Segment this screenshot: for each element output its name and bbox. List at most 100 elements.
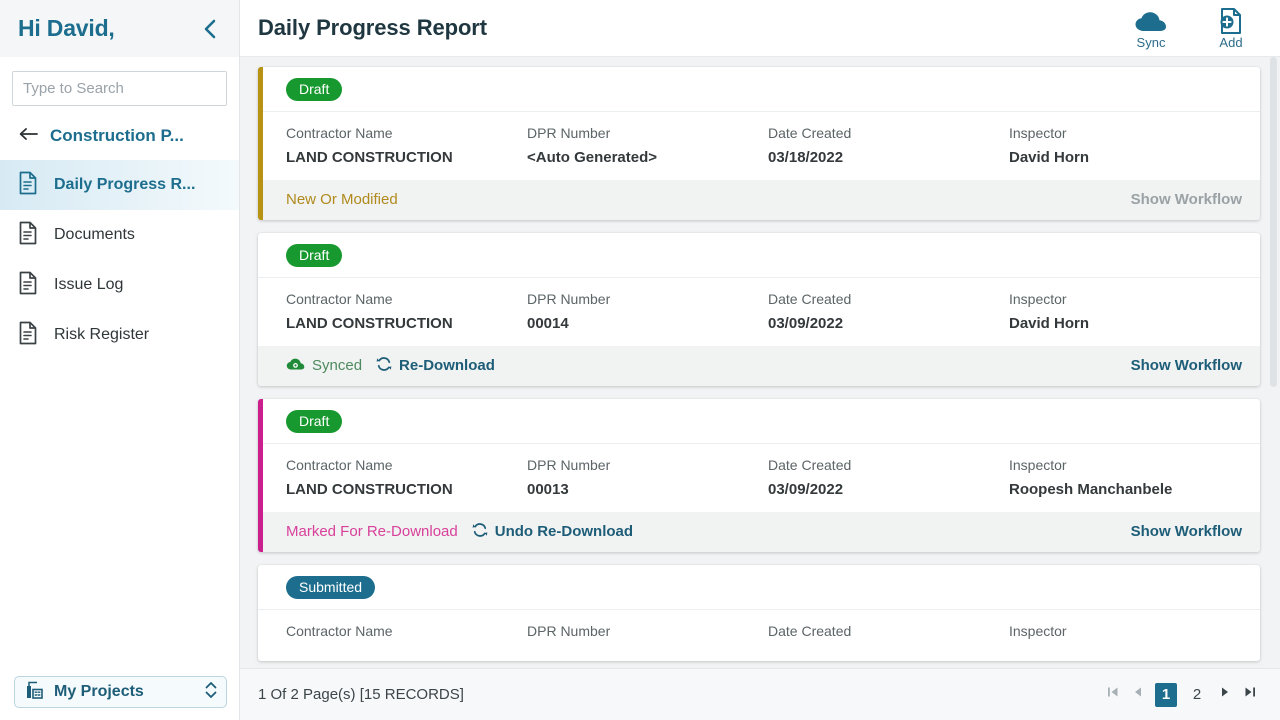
records-scrollbar-thumb[interactable] [1270, 57, 1277, 387]
field-value: 00014 [527, 315, 569, 332]
field-date-created: Date Created [768, 623, 1009, 647]
add-button[interactable]: Add [1204, 7, 1258, 50]
show-workflow-link[interactable]: Show Workflow [1131, 357, 1242, 374]
records-scroll-container[interactable]: Draft Contractor Name LAND CONSTRUCTION … [258, 67, 1260, 668]
search-input[interactable] [13, 72, 226, 105]
field-value: 03/09/2022 [768, 481, 844, 498]
card-footer: Marked For Re-Download Undo Re-Download … [258, 512, 1260, 552]
building-icon [25, 680, 45, 705]
page-last-button[interactable] [1242, 685, 1258, 705]
page-first-icon [1106, 685, 1120, 704]
field-dpr-number: DPR Number [527, 623, 768, 647]
card-footer: New Or Modified Show Workflow [258, 180, 1260, 220]
field-label: Date Created [768, 457, 852, 473]
field-label: Contractor Name [286, 291, 393, 307]
field-value: LAND CONSTRUCTION [286, 481, 453, 498]
sidebar-item-daily-progress-report[interactable]: Daily Progress R... [0, 160, 239, 210]
field-label: Date Created [768, 623, 852, 639]
add-label: Add [1219, 35, 1243, 51]
page-next-icon [1218, 685, 1232, 704]
sidebar-item-label: Issue Log [54, 276, 124, 293]
cloud-check-icon [286, 357, 305, 375]
field-label: Inspector [1009, 623, 1067, 639]
field-value: 03/18/2022 [768, 149, 844, 166]
field-label: DPR Number [527, 623, 611, 639]
refresh-icon [472, 522, 488, 542]
record-card[interactable]: Draft Contractor Name LAND CONSTRUCTION … [258, 233, 1260, 386]
card-body: Contractor Name LAND CONSTRUCTION DPR Nu… [258, 112, 1260, 180]
field-value: David Horn [1009, 149, 1090, 166]
field-contractor-name: Contractor Name LAND CONSTRUCTION [286, 291, 527, 332]
sync-status-text: New Or Modified [286, 191, 398, 208]
status-badge: Draft [286, 410, 343, 433]
sync-label: Sync [1136, 35, 1166, 51]
sidebar-item-risk-register[interactable]: Risk Register [0, 310, 239, 360]
sync-status: Synced [286, 357, 362, 375]
show-workflow-link[interactable]: Show Workflow [1131, 191, 1242, 208]
field-inspector: Inspector David Horn [1009, 291, 1250, 332]
card-header: Draft [258, 399, 1260, 444]
field-value: 03/09/2022 [768, 315, 844, 332]
field-contractor-name: Contractor Name [286, 623, 527, 647]
my-projects-selector[interactable]: My Projects [14, 676, 227, 708]
sidebar-item-documents[interactable]: Documents [0, 210, 239, 260]
re-download-link[interactable]: Re-Download [376, 356, 495, 376]
field-inspector: Inspector [1009, 623, 1250, 647]
chevron-left-icon [201, 18, 219, 40]
card-header: Submitted [258, 565, 1260, 610]
field-value: Roopesh Manchanbele [1009, 481, 1173, 498]
card-body: Contractor Name DPR Number Date Created [258, 610, 1260, 661]
field-contractor-name: Contractor Name LAND CONSTRUCTION [286, 125, 527, 166]
sidebar-item-issue-log[interactable]: Issue Log [0, 260, 239, 310]
page-number-2[interactable]: 2 [1186, 683, 1208, 707]
document-icon [18, 171, 40, 200]
page-header: Daily Progress Report Sync Add [240, 0, 1280, 57]
field-label: DPR Number [527, 457, 611, 473]
cloud-icon [1134, 7, 1168, 35]
field-value: David Horn [1009, 315, 1090, 332]
records-scrollbar[interactable] [1269, 57, 1278, 668]
field-value: 00013 [527, 481, 569, 498]
sidebar-footer: My Projects [0, 676, 239, 720]
page-first-button[interactable] [1105, 685, 1121, 705]
search-area [0, 57, 239, 116]
field-value: LAND CONSTRUCTION [286, 149, 453, 166]
record-card[interactable]: Draft Contractor Name LAND CONSTRUCTION … [258, 399, 1260, 552]
card-header: Draft [258, 233, 1260, 278]
page-next-button[interactable] [1217, 685, 1233, 705]
undo-re-download-link[interactable]: Undo Re-Download [472, 522, 633, 542]
field-label: Inspector [1009, 125, 1067, 141]
card-footer-left: Marked For Re-Download Undo Re-Download [286, 522, 633, 542]
field-inspector: Inspector David Horn [1009, 125, 1250, 166]
sidebar-item-label: Daily Progress R... [54, 176, 196, 193]
field-date-created: Date Created 03/18/2022 [768, 125, 1009, 166]
field-contractor-name: Contractor Name LAND CONSTRUCTION [286, 457, 527, 498]
records-count-text: 1 Of 2 Page(s) [15 RECORDS] [258, 686, 464, 703]
sidebar-nav: Daily Progress R... Documents Issue Log … [0, 160, 239, 360]
field-value: LAND CONSTRUCTION [286, 315, 453, 332]
record-card[interactable]: Submitted Contractor Name DPR Number Dat… [258, 565, 1260, 661]
breadcrumb-label: Construction P... [50, 126, 184, 145]
sidebar-collapse-button[interactable] [197, 16, 223, 42]
page-number-1[interactable]: 1 [1155, 682, 1177, 707]
record-card[interactable]: Draft Contractor Name LAND CONSTRUCTION … [258, 67, 1260, 220]
card-accent-bar [258, 399, 263, 552]
main-panel: Daily Progress Report Sync Add Draft Con… [240, 0, 1280, 720]
show-workflow-link[interactable]: Show Workflow [1131, 523, 1242, 540]
page-prev-button[interactable] [1130, 685, 1146, 705]
field-label: Contractor Name [286, 623, 393, 639]
card-footer-left: Synced Re-Download [286, 356, 495, 376]
sidebar-item-label: Documents [54, 226, 135, 243]
breadcrumb-back[interactable]: Construction P... [0, 116, 239, 158]
field-label: Date Created [768, 125, 852, 141]
status-badge: Submitted [286, 576, 376, 599]
card-footer-left: New Or Modified [286, 191, 398, 208]
sync-button[interactable]: Sync [1124, 7, 1178, 50]
pagination-bar: 1 Of 2 Page(s) [15 RECORDS] 1 2 [240, 668, 1280, 720]
card-accent-bar [258, 67, 263, 220]
header-actions: Sync Add [1124, 5, 1258, 50]
field-dpr-number: DPR Number 00013 [527, 457, 768, 498]
field-label: Inspector [1009, 457, 1067, 473]
refresh-icon [376, 356, 392, 376]
field-dpr-number: DPR Number <Auto Generated> [527, 125, 768, 166]
